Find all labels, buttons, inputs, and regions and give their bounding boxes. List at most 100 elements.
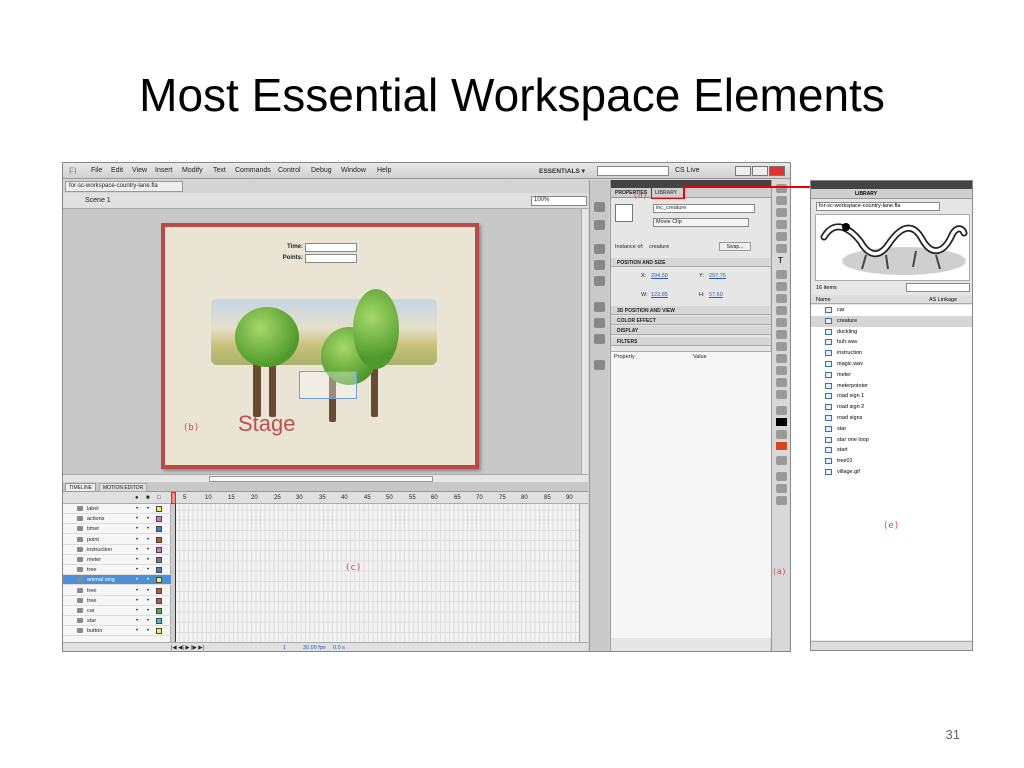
swap-button[interactable]: Swap... xyxy=(719,242,751,251)
tab-timeline[interactable]: TIMELINE xyxy=(65,483,97,492)
stroke-color-swatch[interactable] xyxy=(776,418,787,426)
lock-dot-icon[interactable]: • xyxy=(147,628,149,634)
eye-icon[interactable]: ● xyxy=(135,495,139,501)
instance-name-field[interactable]: inc_creature xyxy=(653,204,755,213)
library-item[interactable]: magic.wav xyxy=(811,359,972,370)
section-3d-position[interactable]: 3D POSITION AND VIEW xyxy=(611,306,771,315)
col-name[interactable]: Name xyxy=(816,297,831,303)
tab-library[interactable]: LIBRARY xyxy=(855,191,877,197)
library-item[interactable]: star xyxy=(811,424,972,435)
library-item[interactable]: start xyxy=(811,445,972,456)
lock-dot-icon[interactable]: • xyxy=(147,547,149,553)
visibility-dot-icon[interactable]: • xyxy=(136,628,138,634)
menu-debug[interactable]: Debug xyxy=(311,167,332,174)
playhead[interactable] xyxy=(171,492,176,504)
lock-dot-icon[interactable]: • xyxy=(147,557,149,563)
menu-modify[interactable]: Modify xyxy=(182,167,203,174)
layer-outline-color-icon[interactable] xyxy=(156,567,162,574)
lock-dot-icon[interactable]: • xyxy=(147,516,149,522)
code-snippets-icon[interactable] xyxy=(594,302,605,312)
workspace-switcher[interactable]: ESSENTIALS ▾ xyxy=(539,167,585,175)
lock-dot-icon[interactable]: • xyxy=(147,577,149,583)
snap-to-objects-icon[interactable] xyxy=(776,472,787,481)
frame-rate[interactable]: 30.00 fps xyxy=(303,645,326,651)
stage-vertical-scrollbar[interactable] xyxy=(581,209,588,474)
lock-icon[interactable]: ■ xyxy=(146,495,150,501)
visibility-dot-icon[interactable]: • xyxy=(136,567,138,573)
visibility-dot-icon[interactable]: • xyxy=(136,608,138,614)
info-icon[interactable] xyxy=(594,260,605,270)
project-icon[interactable] xyxy=(594,360,605,370)
timeline-layer[interactable]: point • • xyxy=(63,535,171,545)
library-document-select[interactable]: for-sc-workspace-country-lane.fla xyxy=(816,202,940,211)
timeline-layer[interactable]: meter • • xyxy=(63,555,171,565)
layer-outline-color-icon[interactable] xyxy=(156,628,162,635)
layer-outline-color-icon[interactable] xyxy=(156,536,162,543)
align-icon[interactable] xyxy=(594,244,605,254)
help-search-input[interactable] xyxy=(597,166,669,176)
lock-dot-icon[interactable]: • xyxy=(147,598,149,604)
scene-name[interactable]: Scene 1 xyxy=(85,197,111,204)
stroke-color-icon[interactable] xyxy=(776,406,787,415)
timeline-layer[interactable]: animal sing • • xyxy=(63,575,171,586)
layer-outline-color-icon[interactable] xyxy=(156,526,162,533)
fill-color-swatch[interactable] xyxy=(776,442,787,450)
layer-outline-color-icon[interactable] xyxy=(156,587,162,594)
timeline-layer[interactable]: label • • xyxy=(63,504,171,514)
swap-colors-icon[interactable] xyxy=(776,456,787,465)
layer-outline-color-icon[interactable] xyxy=(156,597,162,604)
timeline-layer[interactable]: star • • xyxy=(63,616,171,627)
maximize-button[interactable] xyxy=(752,166,768,176)
stage[interactable]: Time: Points: Stage (b) xyxy=(161,223,479,469)
outline-icon[interactable]: □ xyxy=(157,495,161,501)
section-position-size[interactable]: POSITION AND SIZE xyxy=(611,258,771,267)
section-filters[interactable]: FILTERS xyxy=(611,337,771,346)
menu-insert[interactable]: Insert xyxy=(155,167,173,174)
col-as-linkage[interactable]: AS Linkage xyxy=(929,297,957,303)
straighten-icon[interactable] xyxy=(776,496,787,505)
frame-grid[interactable] xyxy=(171,504,579,642)
timeline-layer[interactable]: actions • • xyxy=(63,514,171,525)
cs-live-button[interactable]: CS Live xyxy=(675,167,700,174)
eraser-tool-icon[interactable] xyxy=(776,366,787,375)
menu-view[interactable]: View xyxy=(132,167,147,174)
subselection-tool-icon[interactable] xyxy=(776,196,787,205)
lock-dot-icon[interactable]: • xyxy=(147,588,149,594)
timeline-layer[interactable]: tree • • xyxy=(63,565,171,576)
library-item[interactable]: car xyxy=(811,305,972,316)
section-color-effect[interactable]: COLOR EFFECT xyxy=(611,316,771,325)
deco-tool-icon[interactable] xyxy=(776,318,787,327)
visibility-dot-icon[interactable]: • xyxy=(136,526,138,532)
3d-rotation-tool-icon[interactable] xyxy=(776,220,787,229)
library-item[interactable]: road sign 1 xyxy=(811,391,972,402)
smooth-icon[interactable] xyxy=(776,484,787,493)
hand-tool-icon[interactable] xyxy=(776,378,787,387)
zoom-tool-icon[interactable] xyxy=(776,390,787,399)
layer-outline-color-icon[interactable] xyxy=(156,608,162,614)
lock-dot-icon[interactable]: • xyxy=(147,608,149,614)
timeline-layer[interactable]: instruction • • xyxy=(63,545,171,555)
timeline-layer[interactable]: tree • • xyxy=(63,586,171,596)
text-tool-icon[interactable]: T xyxy=(778,256,783,265)
line-tool-icon[interactable] xyxy=(776,270,787,279)
paint-bucket-tool-icon[interactable] xyxy=(776,342,787,351)
library-item[interactable]: tree01 xyxy=(811,456,972,467)
lasso-tool-icon[interactable] xyxy=(776,232,787,241)
menu-control[interactable]: Control xyxy=(278,167,301,174)
tab-motion-editor[interactable]: MOTION EDITOR xyxy=(99,483,148,492)
minimize-button[interactable] xyxy=(735,166,751,176)
library-item[interactable]: road sign 2 xyxy=(811,402,972,413)
menu-file[interactable]: File xyxy=(91,167,102,174)
fill-color-icon[interactable] xyxy=(776,430,787,439)
current-frame[interactable]: 1 xyxy=(283,645,286,651)
visibility-dot-icon[interactable]: • xyxy=(136,537,138,543)
timeline-layer[interactable]: car • • xyxy=(63,606,171,616)
layer-outline-color-icon[interactable] xyxy=(156,577,162,584)
timeline-layer[interactable]: tree • • xyxy=(63,596,171,606)
library-search-input[interactable] xyxy=(906,283,970,292)
creature-instance[interactable] xyxy=(299,371,357,399)
layer-outline-color-icon[interactable] xyxy=(156,557,162,563)
keyframe-column[interactable] xyxy=(171,504,176,642)
library-item[interactable]: meterpointer xyxy=(811,381,972,392)
visibility-dot-icon[interactable]: • xyxy=(136,618,138,624)
